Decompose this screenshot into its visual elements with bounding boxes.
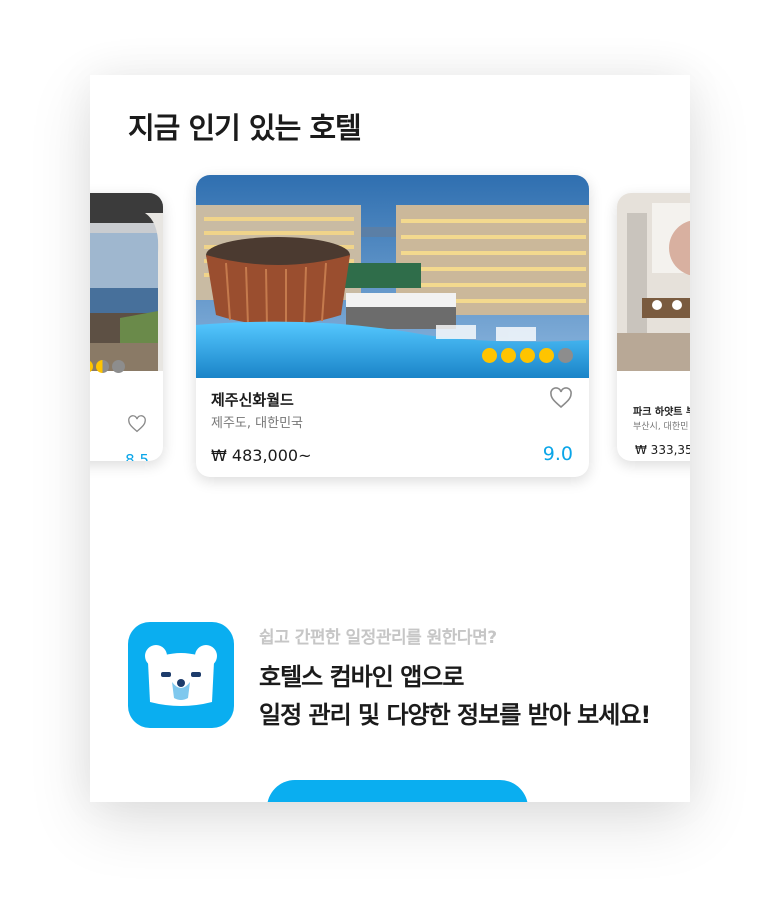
hotel-image: [617, 193, 690, 371]
star-icon: [539, 348, 554, 363]
heart-icon[interactable]: [549, 387, 573, 413]
star-half-icon: [96, 360, 109, 373]
star-empty-icon: [558, 348, 573, 363]
star-icon: [520, 348, 535, 363]
page-panel: 지금 인기 있는 호텔 8.5 제주신화월드 제주도, 대한민국 ₩ 483,0…: [90, 75, 690, 802]
hotel-name: 파크 하얏트 부: [633, 407, 690, 418]
star-empty-icon: [112, 360, 125, 373]
hotel-card-right[interactable]: 파크 하얏트 부 부산시, 대한민 ₩ 333,35: [617, 193, 690, 461]
hotel-price: ₩ 483,000~: [211, 446, 312, 465]
promo-headline-2: 일정 관리 및 다양한 정보를 받아 보세요!: [259, 701, 651, 729]
hotel-card-center[interactable]: 제주신화월드 제주도, 대한민국 ₩ 483,000~ 9.0: [196, 175, 589, 477]
heart-icon[interactable]: [127, 415, 147, 437]
star-icon: [501, 348, 516, 363]
star-icon: [90, 360, 93, 373]
star-rating: [482, 348, 573, 363]
start-now-button[interactable]: 지금 시작하기: [267, 780, 528, 802]
hotel-rating: 9.0: [542, 443, 573, 465]
star-rating: [90, 360, 125, 373]
promo-headline-1: 호텔스 컴바인 앱으로: [259, 663, 464, 691]
section-title: 지금 인기 있는 호텔: [128, 111, 362, 145]
promo-subtitle: 쉽고 간편한 일정관리를 원한다면?: [259, 628, 497, 648]
hotel-rating: 8.5: [125, 451, 149, 461]
hotel-price: ₩ 333,35: [635, 443, 690, 457]
hotel-card-left[interactable]: 8.5: [90, 193, 163, 461]
hotel-location: 제주도, 대한민국: [211, 416, 303, 431]
hotel-name: 제주신화월드: [211, 391, 294, 409]
hotel-image: [90, 193, 163, 371]
hotel-location: 부산시, 대한민: [633, 422, 689, 432]
star-icon: [482, 348, 497, 363]
bear-app-icon: [128, 622, 234, 728]
